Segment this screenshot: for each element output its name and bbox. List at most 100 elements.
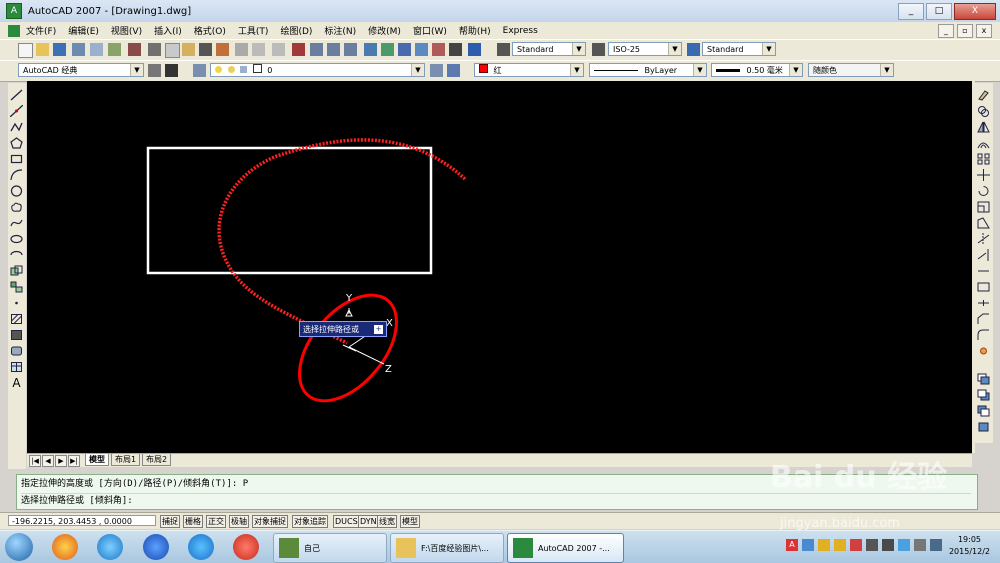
extend-icon[interactable] [977,249,990,261]
ducs-toggle[interactable]: DUCS [333,515,360,528]
polygon-icon[interactable] [10,137,23,149]
menu-format[interactable]: 格式(O) [188,24,232,37]
workspace-settings-icon[interactable] [148,64,161,77]
zoom-window-icon[interactable] [327,43,340,56]
zoom-previous-icon[interactable] [344,43,357,56]
search-pin-icon[interactable] [97,534,123,560]
design-center-icon[interactable] [381,43,394,56]
last-tab-button[interactable]: ▶| [68,455,80,467]
match-properties-icon[interactable] [199,43,212,56]
menu-draw[interactable]: 绘图(D) [274,24,318,37]
table-style-select[interactable]: Standard ▼ [702,42,776,56]
help-icon[interactable] [468,43,481,56]
lineweight-toggle[interactable]: 线宽 [377,515,397,528]
join-icon[interactable] [977,297,990,309]
tab-layout1[interactable]: 布局1 [111,454,141,466]
save-icon[interactable] [53,43,66,56]
revision-cloud-icon[interactable] [10,201,23,213]
minimize-button[interactable]: _ [898,3,924,20]
tray-lang-icon[interactable]: A [786,539,798,551]
copy-icon[interactable] [165,43,180,58]
dim-style-select[interactable]: ISO-25 ▼ [608,42,682,56]
k-app-pin-icon[interactable] [143,534,169,560]
workspace-save-icon[interactable] [165,64,178,77]
explode-icon[interactable] [977,345,990,357]
task-item-image-viewer[interactable]: 自己 [273,533,387,563]
line-icon[interactable] [10,89,23,101]
erase-icon[interactable] [977,89,990,101]
rectangle-object[interactable] [146,146,433,275]
menu-help[interactable]: 帮助(H) [453,24,497,37]
draworder-above-icon[interactable] [977,405,990,417]
hatch-icon[interactable] [10,313,23,325]
security-pin-icon[interactable] [188,534,214,560]
menu-view[interactable]: 视图(V) [105,24,148,37]
qq-icon[interactable] [818,539,830,551]
chamfer-icon[interactable] [977,313,990,325]
paste-icon[interactable] [182,43,195,56]
doc-minimize-button[interactable]: _ [938,24,954,38]
table-icon[interactable] [10,361,23,373]
start-button[interactable] [5,533,33,561]
spline-path-object[interactable] [217,138,467,345]
rectangle-icon[interactable] [10,153,23,165]
doc-close-button[interactable]: x [976,24,992,38]
tab-model[interactable]: 模型 [85,454,109,466]
network-icon[interactable] [898,539,910,551]
document-icon[interactable] [8,24,20,37]
doc-restore-button[interactable]: ▫ [957,24,973,38]
menu-modify[interactable]: 修改(M) [362,24,407,37]
redo-dropdown-icon[interactable] [272,43,285,56]
properties-icon[interactable] [364,43,377,56]
browser-pin-icon[interactable] [52,534,78,560]
linetype-select[interactable]: ByLayer ▼ [589,63,707,77]
gradient-icon[interactable] [10,329,23,341]
layer-select[interactable]: 0 ▼ [210,63,425,77]
menu-express[interactable]: Express [497,26,544,36]
point-icon[interactable] [10,297,23,309]
first-tab-button[interactable]: |◀ [29,455,41,467]
block-editor-icon[interactable] [216,43,229,56]
plot-preview-icon[interactable] [90,43,103,56]
task-item-autocad[interactable]: AutoCAD 2007 -... [507,533,624,563]
draworder-back-icon[interactable] [977,389,990,401]
spline-icon[interactable] [10,217,23,229]
region-icon[interactable] [10,345,23,357]
arc-icon[interactable] [10,169,23,181]
stretch-icon[interactable] [977,217,990,229]
make-current-layer-icon[interactable] [430,64,443,77]
drawing-canvas[interactable]: Y Z X 选择拉伸路径或 + [27,81,972,453]
polar-toggle[interactable]: 极轴 [229,515,249,528]
3d-dwf-icon[interactable] [128,43,141,56]
publish-icon[interactable] [108,43,121,56]
fillet-icon[interactable] [977,329,990,341]
draworder-front-icon[interactable] [977,373,990,385]
lineweight-select[interactable]: 0.50 毫米 ▼ [711,63,803,77]
color-select[interactable]: 红 ▼ [474,63,584,77]
layer-manager-icon[interactable] [193,64,206,77]
scale-icon[interactable] [977,201,990,213]
qq-icon-2[interactable] [834,539,846,551]
new-icon[interactable] [18,43,33,58]
maximize-button[interactable]: □ [926,3,952,20]
array-icon[interactable] [977,153,990,165]
copy-object-icon[interactable] [977,105,990,117]
video-player-pin-icon[interactable] [233,534,259,560]
offset-icon[interactable] [977,137,990,149]
break-at-point-icon[interactable] [977,265,990,277]
ime-icon[interactable] [930,539,942,551]
text-style-select[interactable]: Standard ▼ [512,42,586,56]
move-icon[interactable] [977,169,990,181]
sheet-set-icon[interactable] [415,43,428,56]
redo-icon[interactable] [252,43,265,56]
break-icon[interactable] [977,281,990,293]
chart-icon[interactable] [850,539,862,551]
polyline-icon[interactable] [10,121,23,133]
media-icon[interactable] [866,539,878,551]
open-icon[interactable] [36,43,49,56]
shield-icon[interactable] [802,539,814,551]
tool-palettes-icon[interactable] [398,43,411,56]
print-icon[interactable] [72,43,85,56]
make-block-icon[interactable] [10,281,23,293]
tab-layout2[interactable]: 布局2 [142,454,172,466]
